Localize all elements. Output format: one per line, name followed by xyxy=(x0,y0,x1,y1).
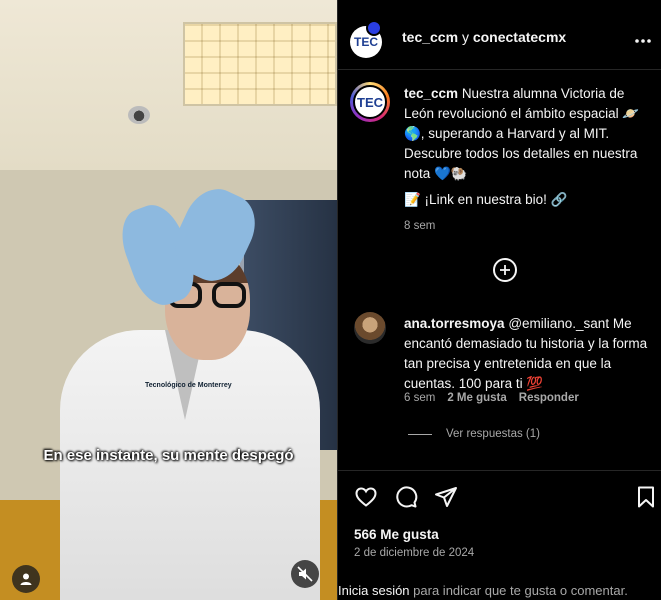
mute-button[interactable] xyxy=(291,560,319,588)
share-button[interactable] xyxy=(434,485,458,509)
comment-icon xyxy=(396,486,418,508)
view-replies-label: Ver respuestas (1) xyxy=(446,428,540,440)
bookmark-icon xyxy=(638,486,654,508)
post-actions: 566 Me gusta 2 de diciembre de 2024 Inic… xyxy=(338,470,661,600)
login-prompt: Inicia sesión para indicar que te gusta … xyxy=(338,583,661,598)
more-options-icon xyxy=(635,39,651,43)
collab-avatar[interactable] xyxy=(366,20,382,36)
caption-username[interactable]: tec_ccm xyxy=(404,86,458,101)
ceiling-light xyxy=(183,22,337,106)
likes-count[interactable]: 566 Me gusta xyxy=(354,527,439,542)
save-button[interactable] xyxy=(634,485,658,509)
security-camera xyxy=(128,106,150,124)
login-link[interactable]: Inicia sesión xyxy=(338,583,410,598)
commenter-username[interactable]: ana.torresmoya xyxy=(404,316,505,331)
muted-speaker-icon xyxy=(297,566,313,582)
caption-text: tec_ccm Nuestra alumna Victoria de León … xyxy=(404,84,650,184)
post-media[interactable]: Tecnológico de Monterrey En ese instante… xyxy=(0,0,337,600)
load-more-comments-button[interactable] xyxy=(493,258,517,282)
like-button[interactable] xyxy=(354,485,378,509)
send-icon xyxy=(435,487,457,507)
video-subtitle: En ese instante, su mente despegó xyxy=(43,447,294,464)
comment-time[interactable]: 6 sem xyxy=(404,392,435,404)
caption-avatar[interactable]: TEC xyxy=(350,82,390,122)
comment-meta: 6 sem 2 Me gusta Responder xyxy=(404,392,579,404)
login-prompt-text: para indicar que te gusta o comentar. xyxy=(413,583,628,598)
heart-icon xyxy=(355,487,377,507)
comment-likes[interactable]: 2 Me gusta xyxy=(447,392,506,404)
comment-button[interactable] xyxy=(394,485,418,509)
replies-divider xyxy=(408,433,432,435)
more-options-button[interactable] xyxy=(634,28,652,49)
author-joiner: y xyxy=(461,29,469,45)
user-icon xyxy=(20,573,32,585)
post-date: 2 de diciembre de 2024 xyxy=(354,547,475,559)
coat-logo: Tecnológico de Monterrey xyxy=(145,382,232,389)
post-header: TEC tec_ccm y conectatecmx xyxy=(338,0,661,70)
collab-link[interactable]: conectatecmx xyxy=(473,29,566,45)
view-replies-button[interactable]: Ver respuestas (1) xyxy=(408,428,540,440)
caption-link-line: 📝 ¡Link en nuestra bio! 🔗 xyxy=(404,192,568,207)
post-authors: tec_ccm y conectatecmx xyxy=(402,29,566,45)
author-link[interactable]: tec_ccm xyxy=(402,29,458,45)
commenter-avatar[interactable] xyxy=(354,312,386,344)
tagged-users-button[interactable] xyxy=(12,565,40,593)
plus-icon xyxy=(500,265,510,275)
post-sidebar: TEC tec_ccm y conectatecmx TEC tec_ccm N… xyxy=(337,0,661,600)
caption-time[interactable]: 8 sem xyxy=(404,220,435,232)
comment-text: ana.torresmoya @emiliano._sant Me encant… xyxy=(404,314,658,394)
reply-button[interactable]: Responder xyxy=(519,392,579,404)
